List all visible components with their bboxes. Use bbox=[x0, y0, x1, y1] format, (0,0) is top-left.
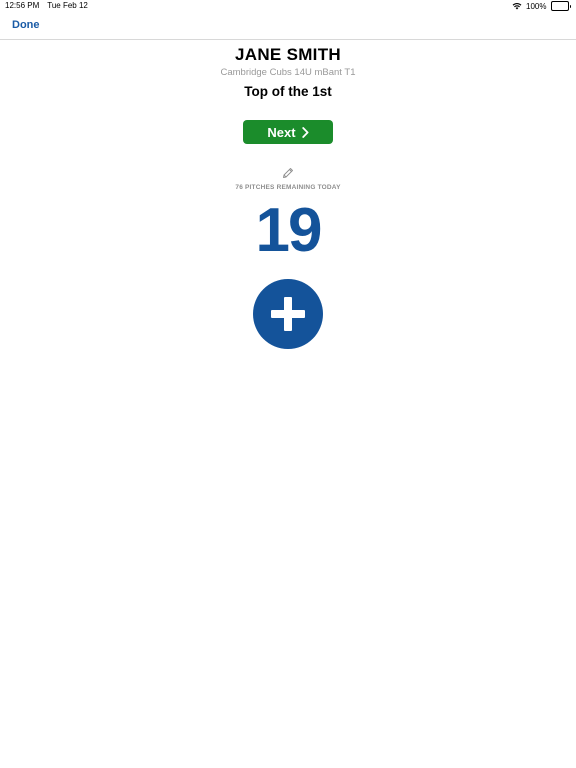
status-left: 12:56 PM Tue Feb 12 bbox=[5, 1, 88, 10]
pencil-icon[interactable] bbox=[282, 166, 294, 178]
status-right: 100% bbox=[512, 1, 571, 11]
player-name: JANE SMITH bbox=[235, 45, 341, 64]
battery-percent: 100% bbox=[526, 1, 547, 11]
team-name: Cambridge Cubs 14U mBant T1 bbox=[220, 67, 356, 78]
next-button[interactable]: Next bbox=[243, 120, 333, 144]
navigation-bar: Done bbox=[0, 12, 576, 40]
add-pitch-button[interactable] bbox=[253, 279, 323, 349]
plus-icon bbox=[253, 279, 323, 349]
pitch-count: 19 bbox=[255, 196, 323, 265]
status-date: Tue Feb 12 bbox=[47, 1, 88, 10]
pitches-remaining-text: 76 PITCHES REMAINING TODAY bbox=[235, 184, 341, 191]
status-time: 12:56 PM bbox=[5, 1, 40, 10]
next-button-label: Next bbox=[267, 124, 296, 140]
wifi-icon bbox=[512, 2, 522, 10]
done-button[interactable]: Done bbox=[12, 19, 40, 31]
inning-label: Top of the 1st bbox=[244, 84, 332, 99]
chevron-right-icon bbox=[301, 126, 309, 138]
pitch-counter-screen: 12:56 PM Tue Feb 12 100% Done JANE SMITH… bbox=[0, 0, 576, 768]
battery-icon bbox=[550, 1, 571, 11]
status-bar: 12:56 PM Tue Feb 12 100% bbox=[0, 0, 576, 12]
